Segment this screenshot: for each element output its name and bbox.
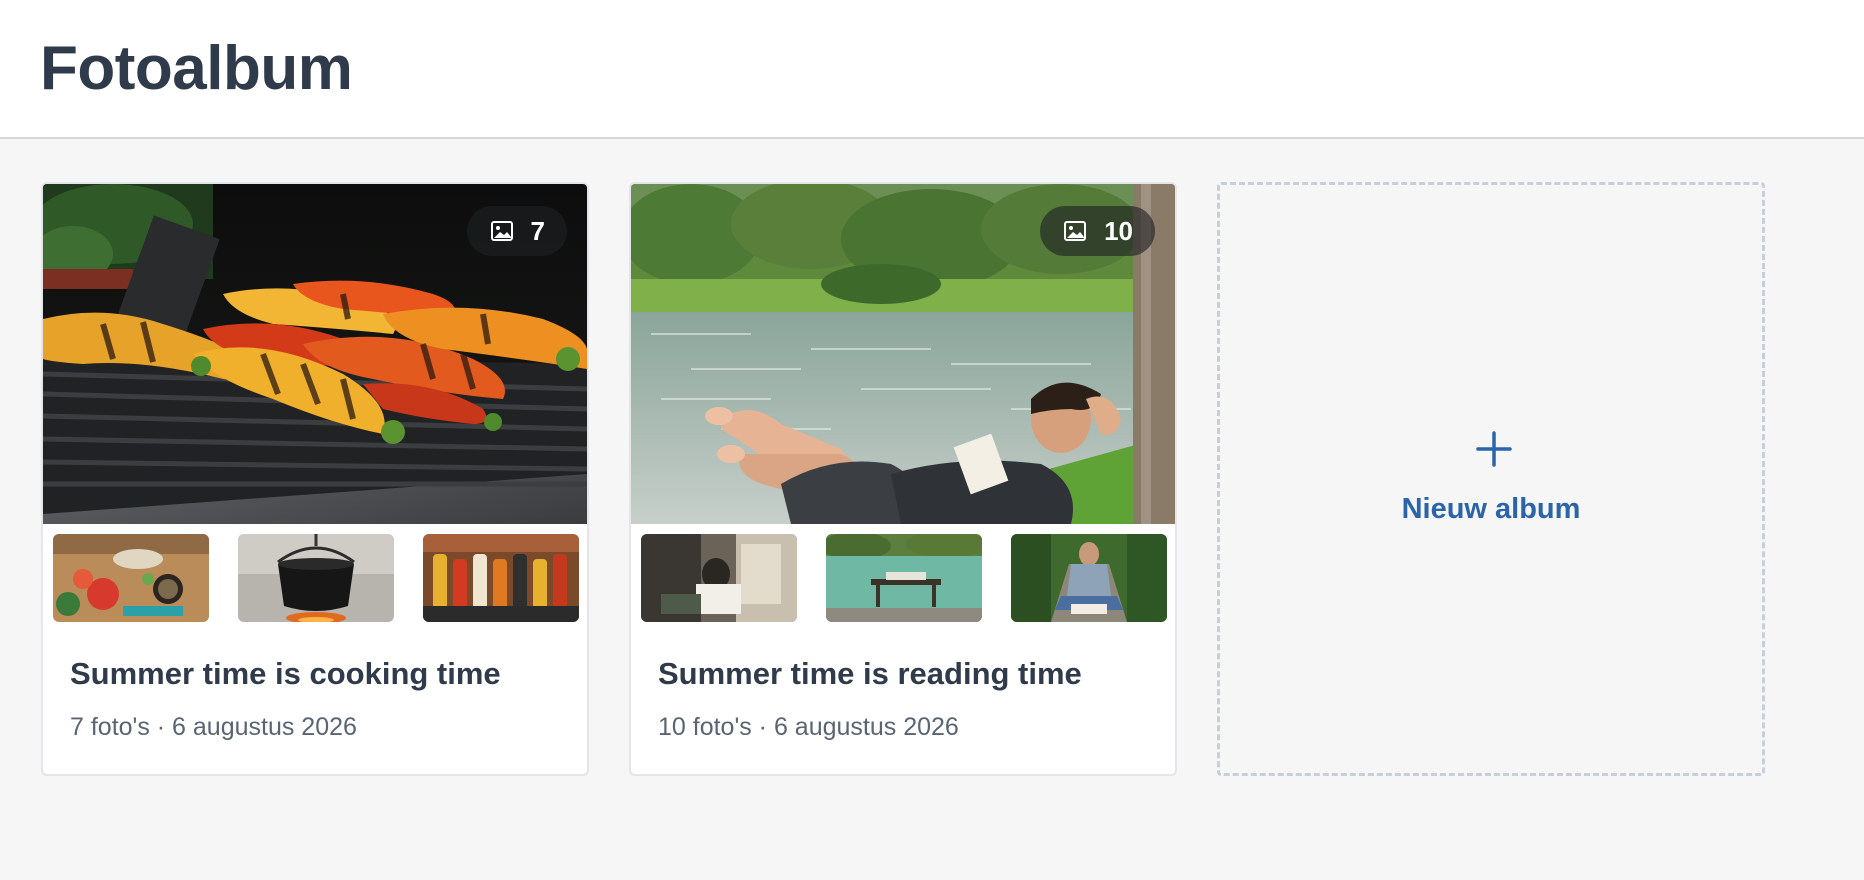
album-title[interactable]: Summer time is cooking time [70, 656, 501, 692]
new-album-button[interactable]: Nieuw album [1217, 182, 1765, 776]
photo-count-badge: 10 [1040, 206, 1155, 256]
thumbnail-image[interactable] [238, 534, 394, 622]
thumbnail-image[interactable] [641, 534, 797, 622]
thumbnail-strip [641, 534, 1167, 622]
image-icon [490, 221, 513, 241]
photo-count: 7 [530, 215, 545, 246]
app-header: Fotoalbum [0, 0, 1864, 139]
plus-icon [1476, 431, 1512, 467]
album-cover-image: 10 [631, 184, 1175, 524]
thumbnail-image[interactable] [1011, 534, 1167, 622]
thumbnail-strip [53, 534, 579, 622]
photo-count: 10 [1104, 215, 1133, 246]
thumbnail-image[interactable] [423, 534, 579, 622]
photo-count-badge: 7 [466, 206, 567, 256]
album-title[interactable]: Summer time is reading time [658, 656, 1082, 692]
album-card-cooking[interactable]: 7 Summer time is cooking time 7 foto's ·… [41, 182, 589, 776]
album-cover-image: 7 [43, 184, 587, 524]
image-icon [1064, 221, 1087, 241]
page-title: Fotoalbum [40, 34, 353, 103]
album-meta: 10 foto's · 6 augustus 2026 [658, 713, 959, 741]
new-album-label: Nieuw album [1401, 493, 1581, 525]
album-card-reading[interactable]: 10 Summer time is reading time 10 foto's… [629, 182, 1177, 776]
album-meta: 7 foto's · 6 augustus 2026 [70, 713, 357, 741]
thumbnail-image[interactable] [53, 534, 209, 622]
thumbnail-image[interactable] [826, 534, 982, 622]
